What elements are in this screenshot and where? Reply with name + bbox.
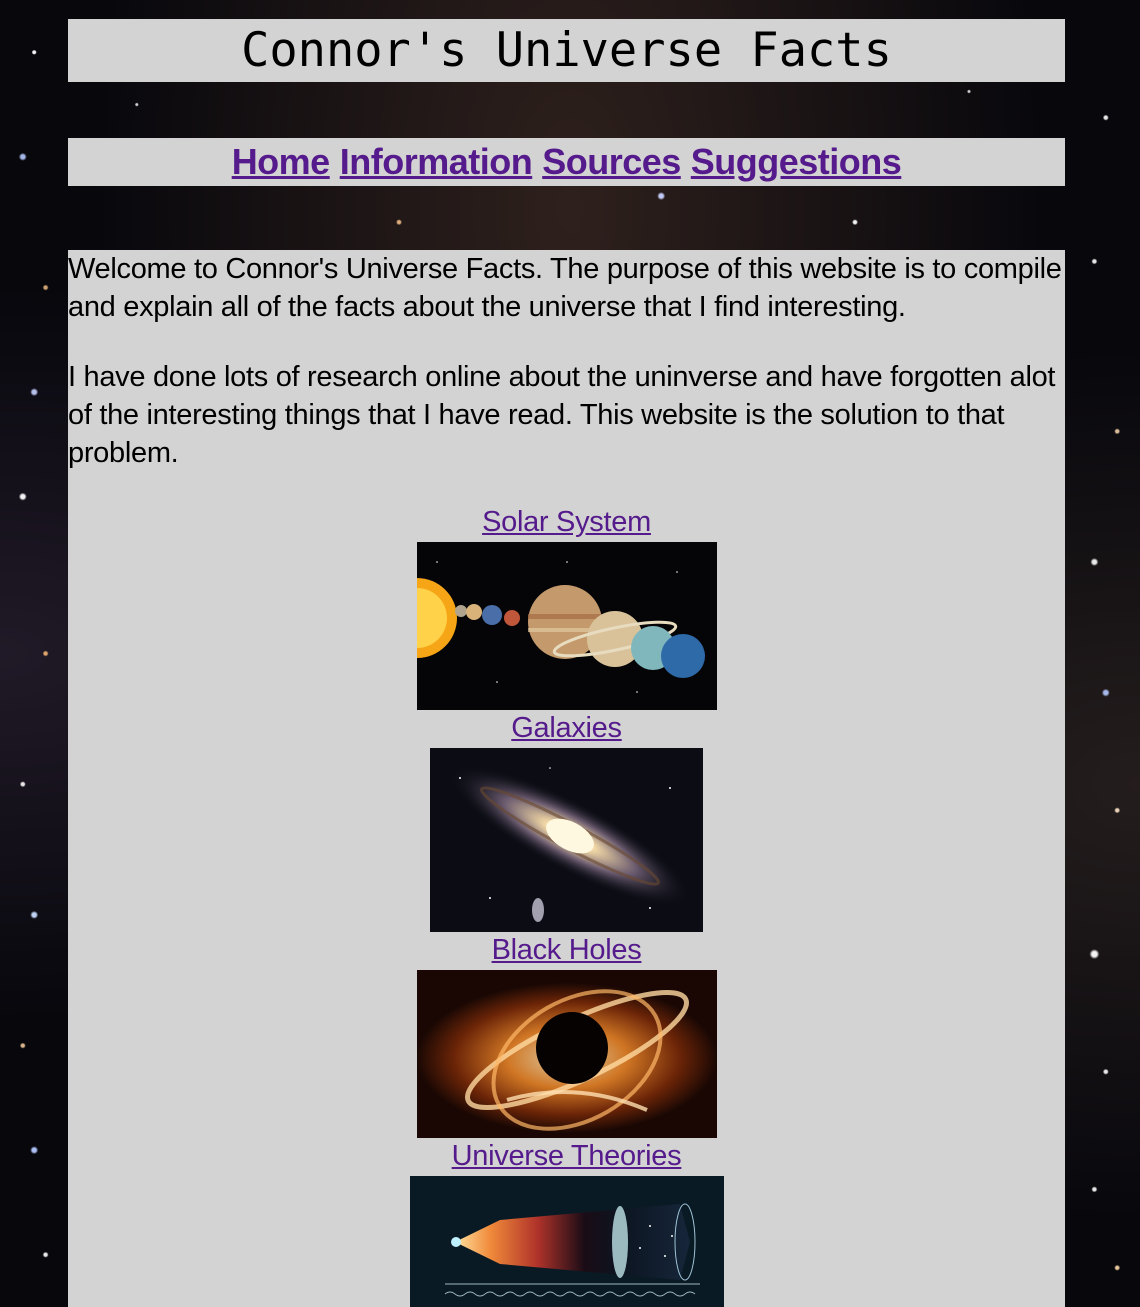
nav-link-home[interactable]: Home — [232, 141, 331, 183]
topic-link-galaxies[interactable]: Galaxies — [68, 710, 1065, 746]
universe-timeline-image[interactable] — [410, 1176, 724, 1307]
nav-link-suggestions[interactable]: Suggestions — [691, 141, 902, 183]
topic-link-black-holes[interactable]: Black Holes — [68, 932, 1065, 968]
galaxy-image[interactable] — [430, 748, 703, 932]
nav-link-sources[interactable]: Sources — [542, 141, 681, 183]
main-content: Welcome to Connor's Universe Facts. The … — [68, 250, 1065, 1307]
intro-paragraph-research: I have done lots of research online abou… — [68, 361, 1056, 469]
site-title: Connor's Universe Facts — [241, 23, 892, 78]
main-nav: Home Information Sources Suggestions — [68, 138, 1065, 186]
black-hole-image[interactable] — [417, 970, 717, 1138]
topic-link-solar-system[interactable]: Solar System — [68, 504, 1065, 540]
intro-paragraph-welcome: Welcome to Connor's Universe Facts. The … — [68, 253, 1062, 323]
solar-system-image[interactable] — [417, 542, 717, 710]
header-banner: Connor's Universe Facts — [68, 19, 1065, 82]
topic-link-universe-theories[interactable]: Universe Theories — [68, 1138, 1065, 1174]
nav-link-information[interactable]: Information — [340, 141, 533, 183]
